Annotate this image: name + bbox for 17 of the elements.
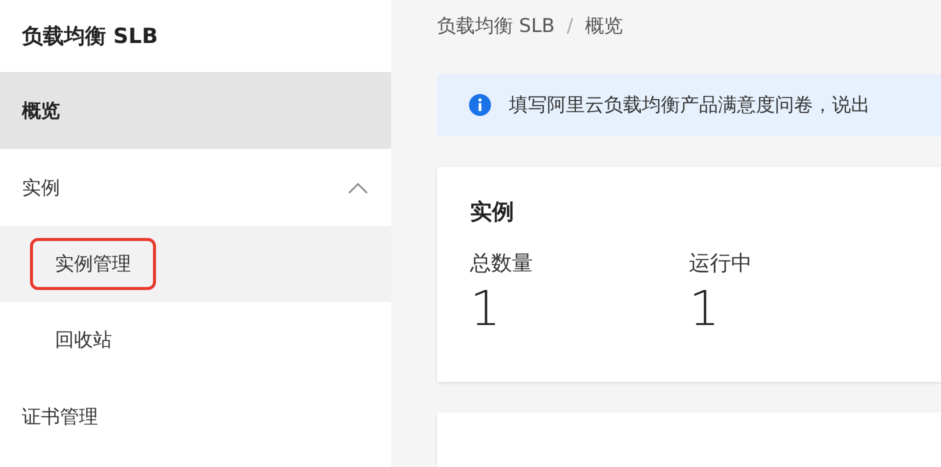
chevron-icon <box>347 180 369 194</box>
sidebar-item[interactable]: 证书管理 <box>0 378 391 455</box>
breadcrumb-item[interactable]: 负载均衡 SLB <box>437 13 555 39</box>
sidebar-group[interactable]: 实例 <box>0 149 391 226</box>
stat-label: 总数量 <box>470 250 533 278</box>
sidebar-subitem[interactable]: 回收站 <box>0 302 391 378</box>
notice-text: 填写阿里云负载均衡产品满意度问卷，说出 <box>509 93 870 118</box>
sidebar-subitem[interactable]: 实例管理 <box>0 226 391 302</box>
stat-label: 运行中 <box>689 250 752 278</box>
stat-value: 1 <box>689 283 720 336</box>
breadcrumb-separator: / <box>566 15 574 37</box>
breadcrumb-item: 概览 <box>585 14 624 39</box>
sidebar-item[interactable]: 概览 <box>0 72 391 149</box>
stat-value: 1 <box>470 283 501 336</box>
sidebar-title: 负载均衡 SLB <box>22 23 158 50</box>
info-icon <box>469 94 491 116</box>
card-title: 实例 <box>470 199 514 228</box>
